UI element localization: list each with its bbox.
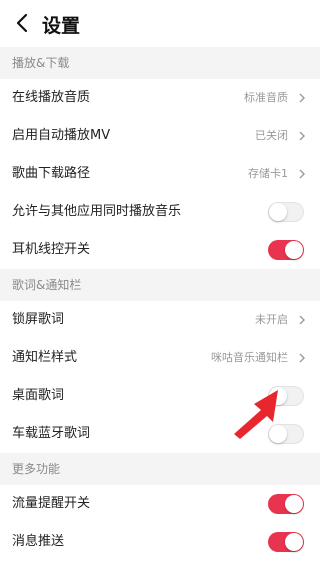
section-header-more: 更多功能 (0, 453, 320, 485)
toggle-switch[interactable] (268, 240, 304, 260)
setting-label: 允许与其他应用同时播放音乐 (12, 204, 182, 219)
settings-row[interactable]: 在线播放音质 标准音质 (0, 79, 320, 117)
settings-row[interactable]: 通知栏样式 咪咕音乐通知栏 (0, 339, 320, 377)
setting-label: 耳机线控开关 (12, 242, 91, 257)
setting-value: 咪咕音乐通知栏 (211, 351, 288, 364)
header-bar: 设置 (0, 0, 320, 47)
chevron-right-icon (299, 131, 305, 141)
setting-label: 在线播放音质 (12, 90, 91, 105)
setting-label: 车载蓝牙歌词 (12, 426, 91, 441)
setting-label: 歌曲下载路径 (12, 166, 91, 181)
settings-row[interactable]: 启用自动播放MV 已关闭 (0, 117, 320, 155)
toggle-knob (285, 241, 303, 259)
setting-label: 消息推送 (12, 534, 65, 549)
setting-label: 桌面歌词 (12, 388, 65, 403)
toggle-switch[interactable] (268, 494, 304, 514)
settings-row[interactable]: 耳机线控开关 (0, 231, 320, 269)
setting-label: 流量提醒开关 (12, 496, 91, 511)
chevron-right-icon (299, 93, 305, 103)
toggle-knob (269, 203, 287, 221)
settings-row[interactable]: 锁屏歌词 未开启 (0, 301, 320, 339)
section-header-playback: 播放&下载 (0, 47, 320, 79)
page-title: 设置 (42, 15, 81, 37)
chevron-right-icon (299, 353, 305, 363)
chevron-right-icon (299, 169, 305, 179)
chevron-left-icon[interactable] (10, 10, 36, 36)
setting-label: 启用自动播放MV (12, 128, 111, 143)
setting-value: 标准音质 (244, 91, 288, 104)
setting-value: 未开启 (255, 313, 288, 326)
toggle-knob (285, 533, 303, 551)
chevron-right-icon (299, 315, 305, 325)
toggle-knob (285, 495, 303, 513)
setting-value: 已关闭 (255, 129, 288, 142)
setting-label: 锁屏歌词 (12, 312, 65, 327)
settings-row[interactable]: 消息推送 (0, 523, 320, 561)
settings-row[interactable]: 歌曲下载路径 存储卡1 (0, 155, 320, 193)
setting-value: 存储卡1 (248, 167, 288, 180)
setting-label: 通知栏样式 (12, 350, 78, 365)
settings-row[interactable]: 允许与其他应用同时播放音乐 (0, 193, 320, 231)
section-header-lyrics: 歌词&通知栏 (0, 269, 320, 301)
settings-row[interactable]: 流量提醒开关 (0, 485, 320, 523)
toggle-switch[interactable] (268, 202, 304, 222)
red-arrow-icon (234, 390, 278, 439)
settings-list: 播放&下载在线播放音质 标准音质启用自动播放MV 已关闭歌曲下载路径 存储卡1 允许与其… (0, 47, 320, 561)
toggle-switch[interactable] (268, 532, 304, 552)
